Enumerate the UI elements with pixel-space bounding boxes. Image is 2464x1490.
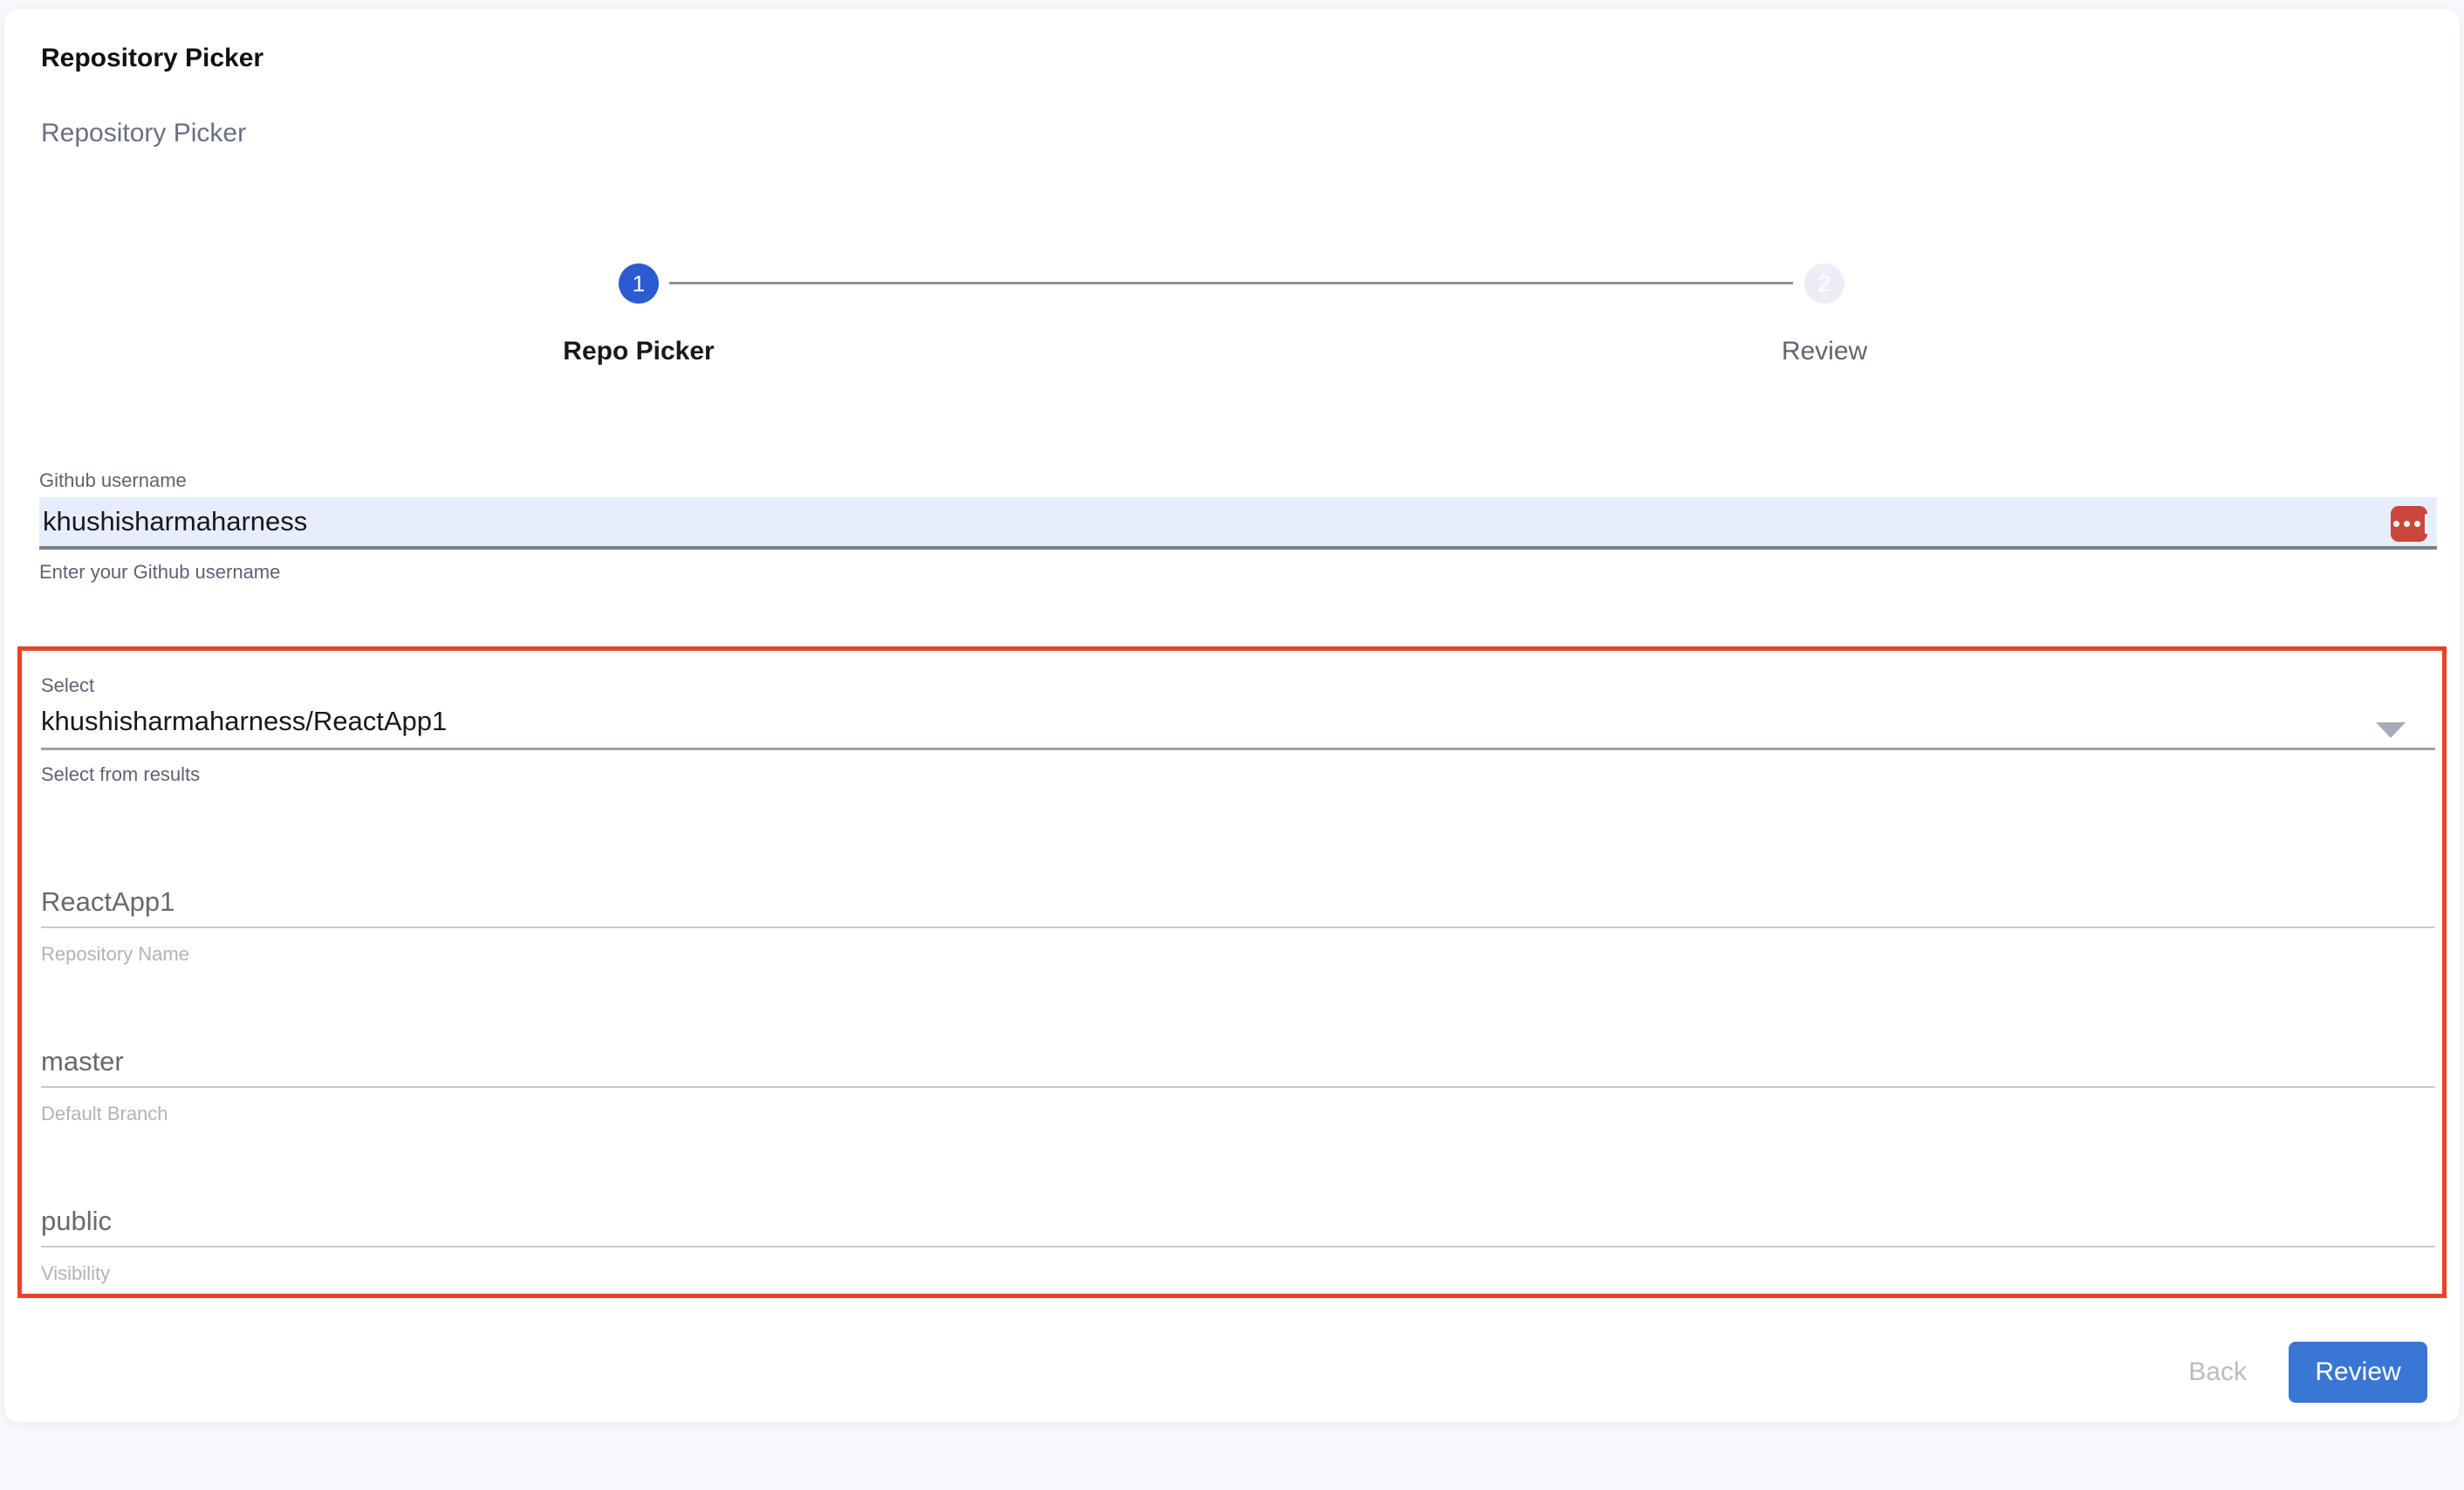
repo-select-helper: Select from results: [41, 763, 200, 786]
github-username-field: Github username Enter your Github userna…: [39, 469, 2437, 584]
password-manager-icon[interactable]: [2391, 506, 2427, 542]
repo-select-label: Select: [41, 674, 94, 697]
dropdown-caret-icon: [2376, 722, 2406, 738]
repo-select-dropdown[interactable]: khushisharmaharness/ReactApp1: [41, 700, 2430, 743]
repo-select-value: khushisharmaharness/ReactApp1: [41, 706, 447, 736]
visibility-value: public: [41, 1204, 2435, 1239]
github-username-helper: Enter your Github username: [39, 561, 2437, 584]
visibility-field[interactable]: public Visibility: [41, 1204, 2435, 1285]
step-1-indicator[interactable]: 1: [619, 263, 659, 304]
github-username-label: Github username: [39, 469, 2437, 492]
back-button[interactable]: Back: [2188, 1357, 2247, 1387]
password-manager-dot: [2404, 521, 2410, 527]
review-button[interactable]: Review: [2289, 1342, 2427, 1403]
github-username-input[interactable]: [39, 497, 2437, 550]
visibility-underline: [41, 1246, 2435, 1247]
step-1-label: Repo Picker: [508, 337, 770, 366]
repository-name-label: Repository Name: [41, 943, 2435, 966]
password-manager-bar: [2425, 514, 2427, 534]
default-branch-value: master: [41, 1044, 2435, 1079]
page-title: Repository Picker: [41, 44, 264, 73]
highlight-box: Select khushisharmaharness/ReactApp1 Sel…: [17, 646, 2447, 1298]
password-manager-dot: [2393, 521, 2399, 527]
page-subtitle: Repository Picker: [41, 119, 246, 148]
default-branch-label: Default Branch: [41, 1103, 2435, 1125]
repository-name-underline: [41, 926, 2435, 928]
default-branch-field[interactable]: master Default Branch: [41, 1044, 2435, 1125]
visibility-label: Visibility: [41, 1262, 2435, 1285]
github-username-input-wrap: [39, 497, 2437, 550]
step-2-indicator[interactable]: 2: [1804, 263, 1845, 304]
repository-name-field[interactable]: ReactApp1 Repository Name: [41, 885, 2435, 966]
stepper-connector-line: [669, 282, 1793, 284]
repo-select-underline: [41, 748, 2435, 750]
repository-picker-card: Repository Picker Repository Picker 1 2 …: [4, 9, 2460, 1422]
step-2-label: Review: [1694, 337, 1955, 366]
footer-actions: Back Review: [2188, 1342, 2427, 1403]
stepper: 1 2 Repo Picker Review: [4, 262, 2460, 375]
repository-name-value: ReactApp1: [41, 885, 2435, 919]
password-manager-dot: [2414, 521, 2420, 527]
default-branch-underline: [41, 1086, 2435, 1088]
